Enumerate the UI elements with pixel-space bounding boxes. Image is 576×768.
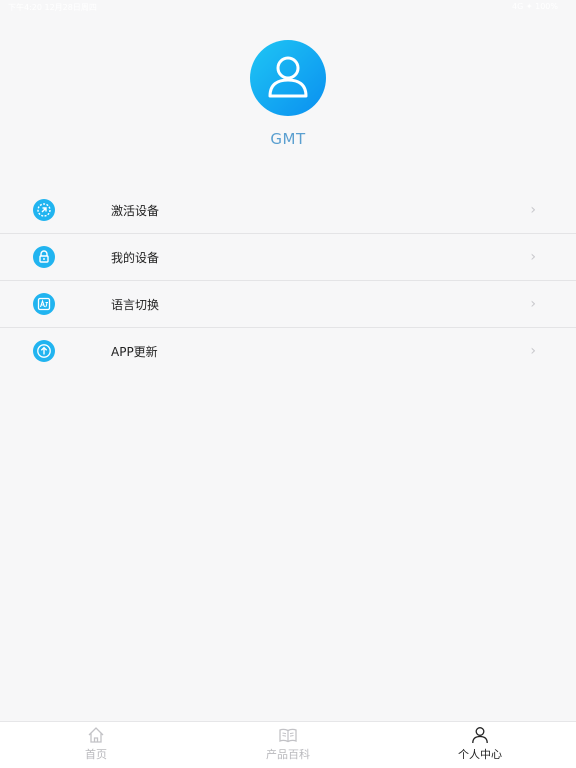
upload-icon — [33, 340, 55, 362]
menu-label: 语言切换 — [111, 297, 160, 312]
tab-label: 首页 — [85, 748, 107, 761]
tab-label: 个人中心 — [458, 748, 502, 761]
menu-item-activate-device[interactable]: 激活设备 › — [0, 187, 576, 234]
status-indicators: 4G ✦ 100% — [512, 2, 558, 11]
tab-personal-center[interactable]: 个人中心 — [384, 722, 576, 768]
home-icon — [86, 725, 106, 745]
person-icon — [470, 725, 490, 745]
tab-product-encyclopedia[interactable]: 产品百科 — [192, 722, 384, 768]
menu-item-my-devices[interactable]: 我的设备 › — [0, 234, 576, 281]
status-bar: 下午4:20 12月28日周四 4G ✦ 100% — [0, 0, 576, 14]
chevron-right-icon: › — [530, 296, 536, 312]
menu-label: 激活设备 — [111, 203, 160, 218]
chevron-right-icon: › — [530, 202, 536, 218]
menu-item-app-update[interactable]: APP更新 › — [0, 328, 576, 374]
person-avatar-icon — [268, 56, 308, 98]
menu-label: 我的设备 — [111, 250, 160, 265]
lock-icon — [33, 246, 55, 268]
menu-item-language[interactable]: 语言切换 › — [0, 281, 576, 328]
translate-icon — [33, 293, 55, 315]
activate-icon — [33, 199, 55, 221]
book-icon — [278, 725, 298, 745]
chevron-right-icon: › — [530, 249, 536, 265]
bottom-tab-bar: 首页 产品百科 个人中心 — [0, 721, 576, 768]
status-time: 下午4:20 12月28日周四 — [8, 3, 97, 12]
avatar[interactable] — [250, 40, 326, 116]
tab-label: 产品百科 — [266, 748, 310, 761]
username: GMT — [270, 130, 306, 148]
profile-header: GMT — [0, 40, 576, 148]
chevron-right-icon: › — [530, 343, 536, 359]
settings-menu: 激活设备 › 我的设备 › 语言切换 › APP更新 › — [0, 187, 576, 374]
menu-label: APP更新 — [111, 344, 158, 359]
tab-home[interactable]: 首页 — [0, 722, 192, 768]
